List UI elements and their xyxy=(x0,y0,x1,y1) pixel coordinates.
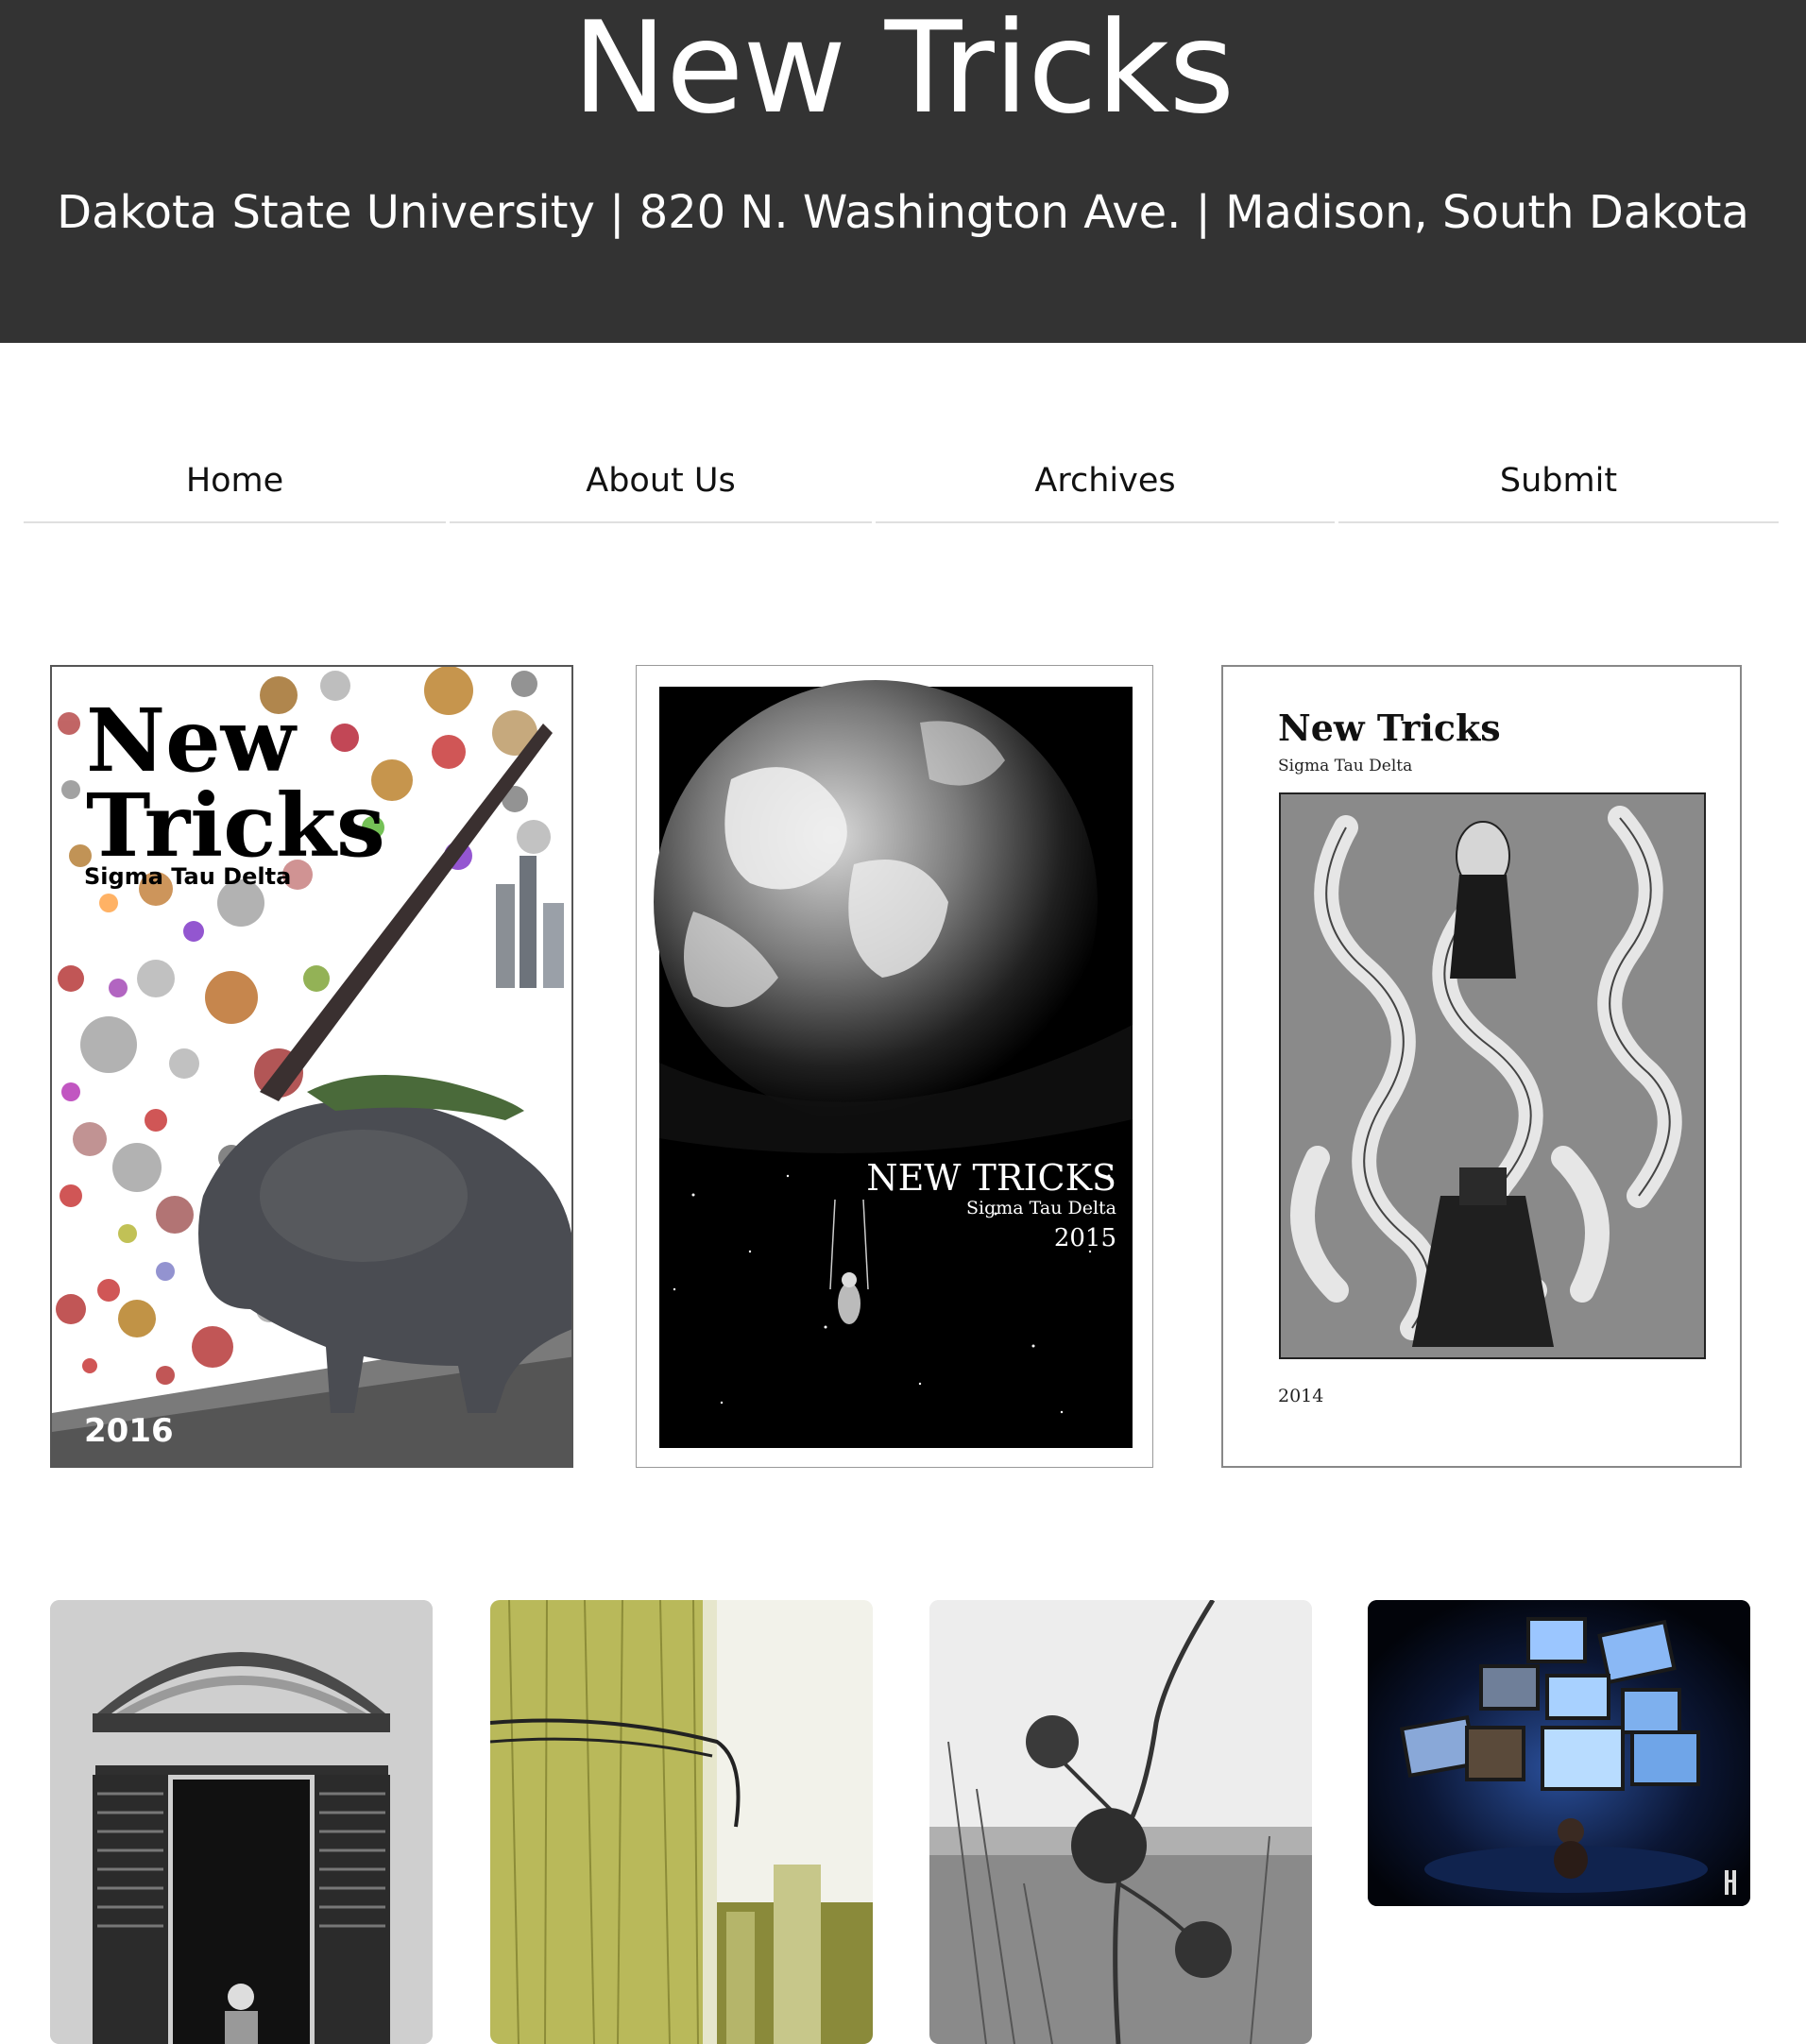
cover-2014-org: Sigma Tau Delta xyxy=(1278,757,1412,775)
site-subtitle: Dakota State University | 820 N. Washing… xyxy=(57,186,1749,239)
site-title: New Tricks xyxy=(571,0,1235,142)
site-header: New Tricks Dakota State University | 820… xyxy=(0,0,1806,343)
nav-home[interactable]: Home xyxy=(24,446,446,523)
cover-2016-org: Sigma Tau Delta xyxy=(84,863,291,890)
thumb-tvs-art xyxy=(1368,1600,1750,1906)
thumb-thistle-art xyxy=(929,1600,1312,2044)
nav-submit[interactable]: Submit xyxy=(1338,446,1779,523)
cover-2014-title: New Tricks xyxy=(1278,707,1501,749)
cover-2014[interactable]: New Tricks Sigma Tau Delta 2014 xyxy=(1221,665,1742,1468)
thumb-televisions-art[interactable] xyxy=(1368,1600,1750,1906)
cover-2014-art: New Tricks Sigma Tau Delta 2014 xyxy=(1223,667,1740,1466)
cover-2015[interactable]: NEW TRICKS Sigma Tau Delta 2015 xyxy=(636,665,1153,1468)
cover-2016-title-line2: Tricks xyxy=(86,775,385,877)
thumb-post-photo[interactable] xyxy=(490,1600,873,2044)
cover-2014-year: 2014 xyxy=(1278,1386,1323,1406)
cover-2015-org: Sigma Tau Delta xyxy=(966,1198,1116,1218)
cover-2015-art: NEW TRICKS Sigma Tau Delta 2015 xyxy=(637,666,1152,1467)
nav-archives[interactable]: Archives xyxy=(876,446,1335,523)
cover-2016[interactable]: New Tricks Sigma Tau Delta 2016 xyxy=(50,665,573,1468)
cover-2015-title: NEW TRICKS xyxy=(866,1157,1116,1199)
main-nav: Home About Us Archives Submit xyxy=(24,446,1779,523)
cover-2016-art: New Tricks Sigma Tau Delta 2016 xyxy=(52,667,571,1466)
thumb-window-art xyxy=(50,1600,433,2044)
cover-2016-year: 2016 xyxy=(84,1412,174,1450)
thumb-thistle-photo[interactable] xyxy=(929,1600,1312,2044)
cover-2015-year: 2015 xyxy=(1054,1224,1116,1252)
thumb-window-photo[interactable] xyxy=(50,1600,433,2044)
nav-about-us[interactable]: About Us xyxy=(450,446,872,523)
thumb-post-art xyxy=(490,1600,873,2044)
